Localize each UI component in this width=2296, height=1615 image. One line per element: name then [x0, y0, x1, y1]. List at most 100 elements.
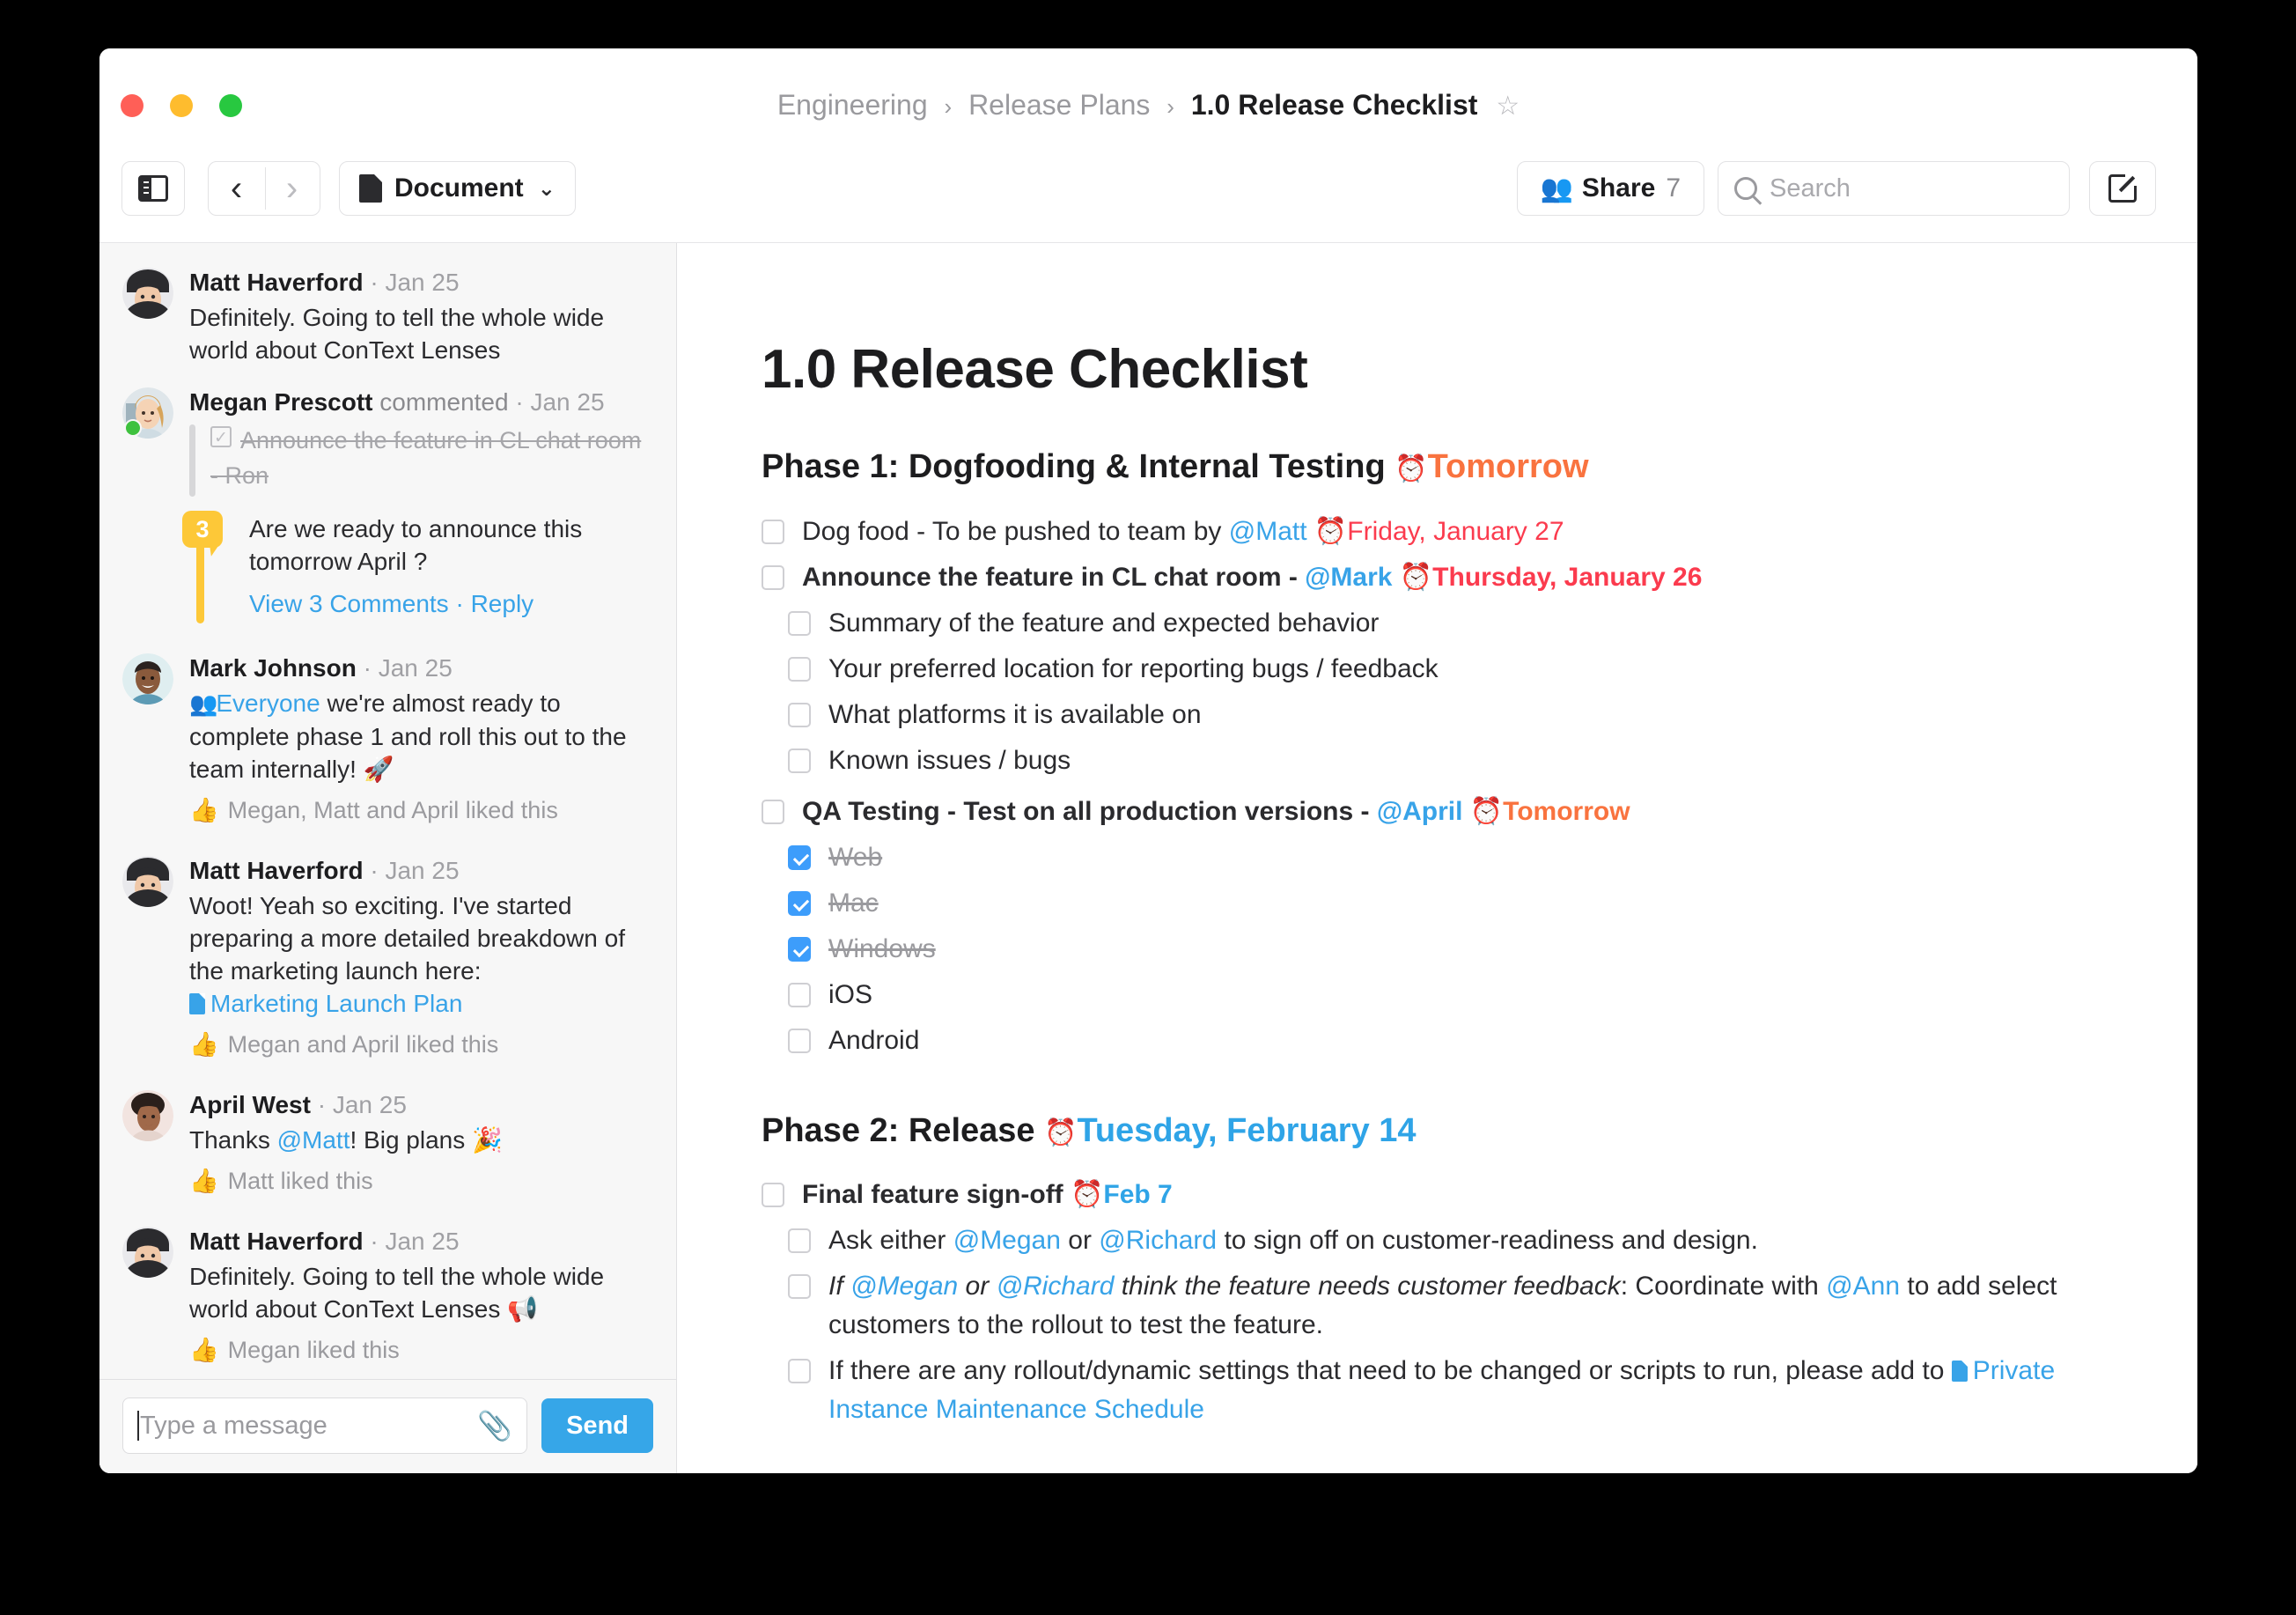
checklist-item[interactable]: Mac — [762, 884, 2092, 923]
people-icon: 👥 — [1541, 173, 1571, 204]
checklist-item[interactable]: 1 Web — [762, 838, 2092, 877]
message-author[interactable]: Matt Haverford — [189, 269, 364, 296]
chat-message: Matt Haverford · Jan 25 Definitely. Goin… — [99, 1218, 676, 1364]
checkbox[interactable] — [762, 1183, 784, 1207]
liked-text: Megan and April liked this — [228, 1031, 499, 1058]
avatar[interactable] — [122, 653, 173, 704]
view-comments-link[interactable]: View 3 Comments — [249, 590, 449, 617]
checkbox[interactable] — [762, 520, 784, 544]
liked-text: Matt liked this — [228, 1168, 373, 1195]
marketing-launch-plan-link[interactable]: Marketing Launch Plan — [210, 990, 462, 1017]
checkbox[interactable] — [788, 1029, 811, 1053]
checklist-item[interactable]: If @Megan or @Richard think the feature … — [762, 1267, 2092, 1345]
compose-button[interactable] — [2089, 161, 2156, 216]
message-time: · Jan 25 — [318, 1091, 407, 1118]
checklist-item[interactable]: QA Testing - Test on all production vers… — [762, 793, 2092, 831]
mention-ann[interactable]: @Ann — [1826, 1272, 1900, 1301]
checklist-item[interactable]: Your preferred location for reporting bu… — [762, 650, 2092, 689]
avatar[interactable] — [122, 268, 173, 319]
mention-matt[interactable]: @Matt — [277, 1126, 350, 1154]
checklist-item[interactable]: What platforms it is available on — [762, 696, 2092, 734]
checklist-item[interactable]: Known issues / bugs — [762, 741, 2092, 780]
share-count: 7 — [1666, 173, 1681, 203]
checklist-item-text: Mac — [828, 884, 879, 923]
toolbar: ‹ › Document ⌄ 👥 Share 7 Search — [99, 154, 2197, 242]
checkbox[interactable] — [788, 1274, 811, 1299]
thumbs-up-icon: 👍 — [189, 796, 219, 824]
message-author[interactable]: April West — [189, 1091, 311, 1118]
checklist-item[interactable]: Ask either @Megan or @Richard to sign of… — [762, 1221, 2092, 1260]
people-icon: 👥 — [189, 690, 216, 717]
checkbox[interactable] — [788, 983, 811, 1007]
breadcrumb-item-engineering[interactable]: Engineering — [777, 89, 928, 121]
checklist-item[interactable]: If there are any rollout/dynamic setting… — [762, 1352, 2092, 1429]
checkbox[interactable] — [788, 749, 811, 773]
checkbox[interactable] — [762, 800, 784, 824]
item-text-pre: Ask either — [828, 1226, 953, 1255]
forward-button[interactable]: › — [264, 162, 320, 215]
checklist-item[interactable]: Summary of the feature and expected beha… — [762, 604, 2092, 643]
checklist-item[interactable]: iOS — [762, 976, 2092, 1014]
checklist-item[interactable]: Android — [762, 1021, 2092, 1060]
checkbox[interactable] — [788, 891, 811, 916]
message-author[interactable]: Megan Prescott — [189, 388, 373, 416]
mention-april[interactable]: @April — [1377, 797, 1463, 826]
sidebar-toggle-button[interactable] — [121, 161, 185, 216]
checklist-item[interactable]: 3 Dog food - To be pushed to team by @Ma… — [762, 513, 2092, 551]
comment-count-badge[interactable]: 3 — [182, 511, 223, 548]
chat-message-list[interactable]: Matt Haverford · Jan 25 Definitely. Goin… — [99, 243, 676, 1379]
star-icon[interactable]: ☆ — [1496, 92, 1520, 121]
avatar[interactable] — [122, 1227, 173, 1278]
mention-richard[interactable]: @Richard — [1099, 1226, 1217, 1255]
attachment-icon[interactable]: 📎 — [477, 1409, 512, 1442]
checkbox[interactable] — [788, 657, 811, 682]
avatar[interactable] — [122, 856, 173, 907]
main-body: Matt Haverford · Jan 25 Definitely. Goin… — [99, 242, 2197, 1473]
item-text-italic-tail: think the feature needs customer feedbac… — [1114, 1272, 1620, 1301]
back-button[interactable]: ‹ — [209, 162, 264, 215]
checklist-item-text: Your preferred location for reporting bu… — [828, 650, 1439, 689]
message-text: 👥Everyone we're almost ready to complete… — [189, 687, 653, 785]
checkbox[interactable] — [762, 565, 784, 590]
document-pane[interactable]: 1.0 Release Checklist Phase 1: Dogfoodin… — [677, 243, 2197, 1473]
document-type-dropdown[interactable]: Document ⌄ — [339, 161, 576, 216]
avatar[interactable] — [122, 1090, 173, 1141]
checkbox[interactable] — [788, 845, 811, 870]
message-author[interactable]: Mark Johnson — [189, 654, 357, 682]
avatar[interactable] — [122, 387, 173, 439]
checklist-item-text: Ask either @Megan or @Richard to sign of… — [828, 1221, 1758, 1260]
mention-mark[interactable]: @Mark — [1305, 563, 1392, 592]
checkbox[interactable] — [788, 1228, 811, 1253]
checklist-item-text: What platforms it is available on — [828, 696, 1202, 734]
send-button[interactable]: Send — [541, 1398, 653, 1453]
phase-1-list: 3 Dog food - To be pushed to team by @Ma… — [762, 513, 2092, 1060]
message-author[interactable]: Matt Haverford — [189, 857, 364, 884]
checkbox[interactable] — [788, 611, 811, 636]
mention-megan[interactable]: @Megan — [953, 1226, 1061, 1255]
message-header: April West · Jan 25 — [189, 1090, 653, 1120]
mention-matt[interactable]: @Matt — [1229, 517, 1307, 546]
checklist-item[interactable]: Windows — [762, 930, 2092, 969]
mention-megan[interactable]: @Megan — [850, 1272, 958, 1301]
checkbox[interactable] — [788, 937, 811, 962]
item-text-pre: Dog food - To be pushed to team by — [802, 517, 1229, 546]
item-text-if: If — [828, 1272, 843, 1301]
search-input[interactable]: Search — [1718, 161, 2070, 216]
breadcrumb-item-release-plans[interactable]: Release Plans — [968, 89, 1150, 121]
quoted-checkbox-icon — [210, 426, 232, 447]
mention-everyone[interactable]: Everyone — [216, 690, 320, 717]
message-input[interactable]: Type a message 📎 — [122, 1397, 527, 1454]
chevron-right-icon: › — [286, 171, 298, 206]
checkbox[interactable] — [788, 703, 811, 727]
reply-link[interactable]: Reply — [471, 590, 534, 617]
share-button[interactable]: 👥 Share 7 — [1517, 161, 1704, 216]
mention-richard[interactable]: @Richard — [997, 1272, 1115, 1301]
checklist-item[interactable]: Final feature sign-off ⏰Feb 7 — [762, 1176, 2092, 1214]
message-time: · Jan 25 — [370, 269, 459, 296]
checklist-item[interactable]: 2 Announce the feature in CL chat room -… — [762, 558, 2092, 597]
checklist-item-text: If there are any rollout/dynamic setting… — [828, 1352, 2092, 1429]
alarm-clock-icon: ⏰ — [1470, 797, 1503, 826]
message-author[interactable]: Matt Haverford — [189, 1228, 364, 1255]
checkbox[interactable] — [788, 1359, 811, 1383]
share-label: Share — [1582, 173, 1655, 203]
